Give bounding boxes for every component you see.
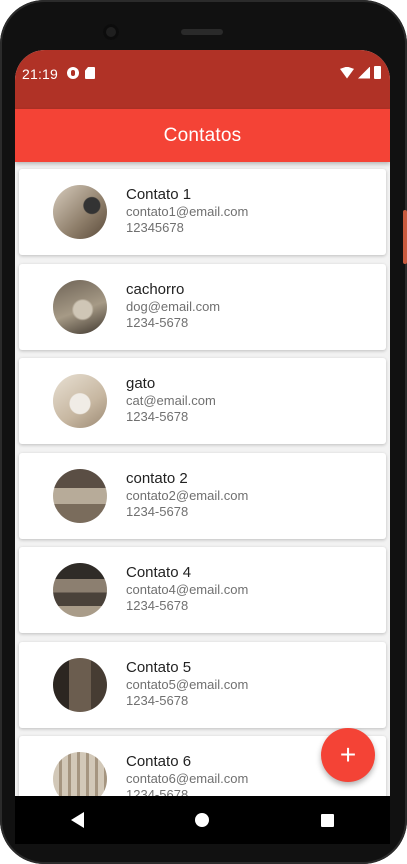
contact-name: Contato 6: [126, 753, 192, 770]
contact-email: contato6@email.com: [126, 771, 249, 786]
status-bar: 21:19: [15, 50, 390, 109]
recent-apps-icon[interactable]: [321, 813, 335, 827]
contact-name: gato: [126, 375, 156, 392]
app-bar: Contatos: [15, 109, 390, 162]
contact-avatar: [53, 658, 107, 712]
contact-email: contato2@email.com: [126, 488, 249, 503]
front-camera: [103, 24, 119, 40]
screen: 21:19 Contatos Contato 1 contato1@email.…: [15, 50, 390, 796]
contact-avatar: [53, 185, 107, 239]
contact-phone: 1234-5678: [126, 409, 189, 424]
contact-phone: 1234-5678: [126, 504, 189, 519]
contact-phone: 12345678: [126, 220, 184, 235]
contact-email: contato4@email.com: [126, 582, 249, 597]
navigation-bar: [15, 796, 390, 844]
contact-card[interactable]: Contato 4 contato4@email.com 1234-5678: [19, 547, 386, 633]
status-notification-icons: [67, 67, 95, 79]
contact-email: contato5@email.com: [126, 677, 249, 692]
notification-app-icon: [67, 67, 79, 79]
contact-email: contato1@email.com: [126, 204, 249, 219]
wifi-icon: [340, 66, 354, 79]
contact-card[interactable]: gato cat@email.com 1234-5678: [19, 358, 386, 444]
contact-name: Contato 5: [126, 659, 192, 676]
contact-avatar: [53, 752, 107, 796]
plus-icon: +: [339, 739, 357, 770]
home-icon[interactable]: [195, 813, 210, 827]
status-system-icons: [340, 66, 381, 79]
contact-name: cachorro: [126, 281, 185, 298]
contact-phone: 1234-5678: [126, 693, 189, 708]
contact-email: dog@email.com: [126, 299, 221, 314]
contact-avatar: [53, 563, 107, 617]
contact-card[interactable]: cachorro dog@email.com 1234-5678: [19, 264, 386, 350]
contact-email: cat@email.com: [126, 393, 216, 408]
contacts-list[interactable]: Contato 1 contato1@email.com 12345678 ca…: [15, 162, 390, 796]
battery-icon: [374, 66, 381, 79]
contact-phone: 1234-5678: [126, 315, 189, 330]
top-bezel: [0, 0, 407, 50]
contact-name: Contato 1: [126, 186, 192, 203]
add-contact-button[interactable]: +: [321, 728, 375, 782]
back-icon[interactable]: [70, 812, 84, 828]
contact-phone: 1234-5678: [126, 787, 189, 796]
contact-card[interactable]: Contato 5 contato5@email.com 1234-5678: [19, 642, 386, 728]
contact-card[interactable]: Contato 1 contato1@email.com 12345678: [19, 169, 386, 255]
device-frame: 21:19 Contatos Contato 1 contato1@email.…: [0, 0, 407, 864]
contact-card[interactable]: contato 2 contato2@email.com 1234-5678: [19, 453, 386, 539]
contact-avatar: [53, 280, 107, 334]
signal-icon: [358, 66, 370, 79]
contact-name: contato 2: [126, 470, 188, 487]
sd-card-icon: [85, 67, 95, 79]
contact-avatar: [53, 374, 107, 428]
contact-avatar: [53, 469, 107, 523]
earpiece-speaker: [181, 29, 223, 35]
contact-phone: 1234-5678: [126, 598, 189, 613]
status-time: 21:19: [22, 66, 59, 82]
contact-name: Contato 4: [126, 564, 192, 581]
page-title: Contatos: [163, 124, 242, 146]
